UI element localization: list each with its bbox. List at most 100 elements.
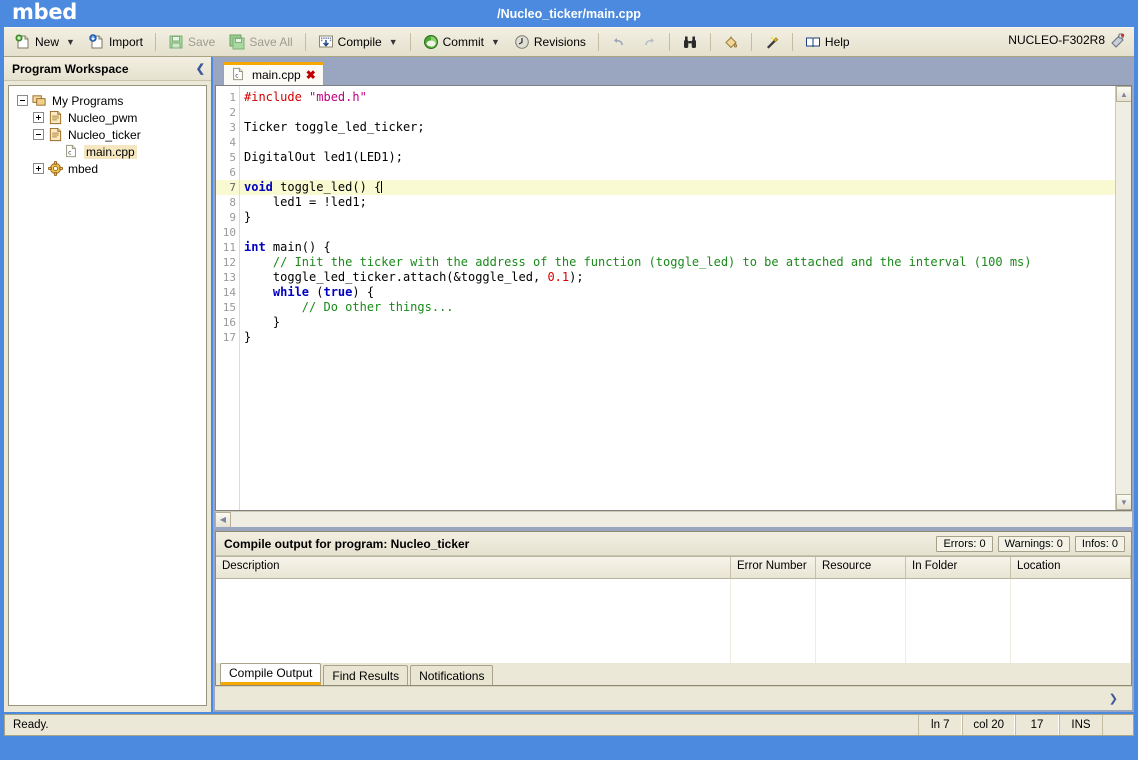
output-tab-compile-output[interactable]: Compile Output (220, 663, 322, 685)
grid-column-header[interactable]: Resource (816, 557, 906, 578)
status-cells: ln 7 col 20 17 INS (918, 715, 1103, 735)
code-line[interactable] (240, 165, 1115, 180)
grid-column-header[interactable]: In Folder (906, 557, 1011, 578)
toolbar-separator (597, 33, 599, 51)
code-line[interactable] (240, 225, 1115, 240)
code-line[interactable] (240, 135, 1115, 150)
editor-pane: c main.cpp ✖ 1 2 3 4 5 6 7 8 9 10 11 12 13 14 15 16 17 #… (213, 57, 1134, 528)
workspace-title: Program Workspace (12, 61, 129, 76)
editor-tab-label: main.cpp (252, 68, 301, 82)
save-button[interactable]: Save (161, 30, 222, 54)
compile-output-grid: Description Error Number Resource In Folder… (216, 556, 1131, 663)
main-toolbar: New ▼ Import Save Save All Compile ▼ Com… (4, 27, 1134, 57)
line-number: 4 (229, 136, 236, 149)
program-tree[interactable]: My Programs Nucleo_pwm Nucleo_ticker c main.… (8, 85, 207, 706)
output-footer: ❯ (215, 686, 1132, 710)
window-title: /Nucleo_ticker/main.cpp (497, 6, 641, 21)
import-button[interactable]: Import (82, 30, 150, 54)
line-number: 3 (229, 121, 236, 134)
save-all-button[interactable]: Save All (222, 30, 299, 54)
tree-item-mbed[interactable]: mbed (13, 160, 202, 177)
save-icon (168, 34, 184, 50)
format-button[interactable] (716, 30, 746, 54)
undo-button[interactable] (604, 30, 634, 54)
grid-body[interactable] (216, 579, 1131, 663)
tree-item-nucleo-ticker[interactable]: Nucleo_ticker (13, 126, 202, 143)
line-number: 11 (222, 241, 236, 254)
revisions-icon (514, 34, 530, 50)
line-number: 15 (222, 301, 236, 314)
output-tab-notifications[interactable]: Notifications (410, 665, 494, 685)
scroll-down-icon[interactable]: ▼ (1116, 494, 1131, 510)
redo-button[interactable] (634, 30, 664, 54)
toolbar-separator (304, 33, 306, 51)
collapse-panel-icon[interactable]: ❮ (196, 62, 205, 75)
line-number: 5 (229, 151, 236, 164)
chevron-down-icon[interactable]: ❯ (1109, 692, 1118, 705)
code-line[interactable]: void toggle_led() { (240, 180, 1115, 195)
svg-text:c: c (235, 73, 239, 80)
errors-counter[interactable]: Errors: 0 (936, 535, 993, 552)
collapse-icon[interactable] (33, 129, 44, 140)
code-text[interactable]: #include "mbed.h" Ticker toggle_led_ticke… (240, 86, 1115, 510)
new-button[interactable]: New ▼ (8, 30, 82, 54)
code-line[interactable]: } (240, 315, 1115, 330)
code-line[interactable]: toggle_led_ticker.attach(&toggle_led, 0.… (240, 270, 1115, 285)
find-button[interactable] (675, 30, 705, 54)
grid-column-header[interactable]: Error Number (731, 557, 816, 578)
editor-vertical-scrollbar[interactable]: ▲ ▼ (1115, 86, 1131, 510)
tree-item-nucleo-pwm[interactable]: Nucleo_pwm (13, 109, 202, 126)
code-scroll-region: 1 2 3 4 5 6 7 8 9 10 11 12 13 14 15 16 17 #include "mbed… (216, 86, 1115, 510)
code-line[interactable] (240, 105, 1115, 120)
warnings-counter[interactable]: Warnings: 0 (997, 535, 1070, 552)
code-line[interactable]: } (240, 330, 1115, 345)
commit-button[interactable]: Commit ▼ (416, 30, 507, 54)
code-line[interactable]: #include "mbed.h" (240, 90, 1115, 105)
code-line[interactable]: led1 = !led1; (240, 195, 1115, 210)
tree-item-my-programs[interactable]: My Programs (13, 92, 202, 109)
compile-label: Compile (337, 35, 382, 49)
paint-bucket-icon (723, 34, 739, 50)
compile-button[interactable]: Compile ▼ (311, 30, 405, 54)
revisions-button[interactable]: Revisions (507, 30, 593, 54)
redo-icon (641, 34, 657, 50)
chevron-down-icon[interactable]: ▼ (389, 37, 398, 47)
code-line[interactable]: // Init the ticker with the address of t… (240, 255, 1115, 270)
grid-column-header[interactable]: Location (1011, 557, 1131, 578)
expand-icon[interactable] (33, 112, 44, 123)
collapse-icon[interactable] (17, 95, 28, 106)
code-line[interactable]: DigitalOut led1(LED1); (240, 150, 1115, 165)
program-icon (48, 110, 64, 126)
output-tab-find-results[interactable]: Find Results (323, 665, 409, 685)
scroll-up-icon[interactable]: ▲ (1116, 86, 1131, 102)
target-device-selector[interactable]: NUCLEO-F302R8 (1008, 32, 1126, 48)
programs-icon (32, 93, 48, 109)
binoculars-icon (682, 34, 698, 50)
output-tab-label: Notifications (419, 668, 485, 683)
infos-counter[interactable]: Infos: 0 (1074, 535, 1125, 552)
chevron-down-icon[interactable]: ▼ (66, 37, 75, 47)
tree-item-main-cpp[interactable]: c main.cpp (13, 143, 202, 160)
grid-column-body (906, 579, 1011, 663)
scroll-left-icon[interactable]: ◀ (215, 511, 231, 528)
close-icon[interactable]: ✖ (306, 68, 316, 82)
code-line[interactable]: int main() { (240, 240, 1115, 255)
grid-column-header[interactable]: Description (216, 557, 731, 578)
code-line[interactable]: // Do other things... (240, 300, 1115, 315)
code-line[interactable]: while (true) { (240, 285, 1115, 300)
cfile-icon: c (64, 144, 80, 160)
code-editor[interactable]: 1 2 3 4 5 6 7 8 9 10 11 12 13 14 15 16 17 #include "mbed… (215, 85, 1132, 511)
output-tab-label: Compile Output (229, 666, 313, 680)
expand-icon[interactable] (33, 163, 44, 174)
help-button[interactable]: Help (798, 30, 857, 54)
magic-wand-button[interactable] (757, 30, 787, 54)
code-line[interactable]: } (240, 210, 1115, 225)
new-label: New (35, 35, 60, 49)
mbed-logo: mbed (12, 0, 77, 24)
editor-tab-main-cpp[interactable]: c main.cpp ✖ (223, 62, 324, 85)
chevron-down-icon[interactable]: ▼ (491, 37, 500, 47)
code-line[interactable]: Ticker toggle_led_ticker; (240, 120, 1115, 135)
editor-horizontal-scrollbar[interactable]: ◀ (215, 511, 1132, 528)
grid-header-row: Description Error Number Resource In Folder… (216, 557, 1131, 579)
